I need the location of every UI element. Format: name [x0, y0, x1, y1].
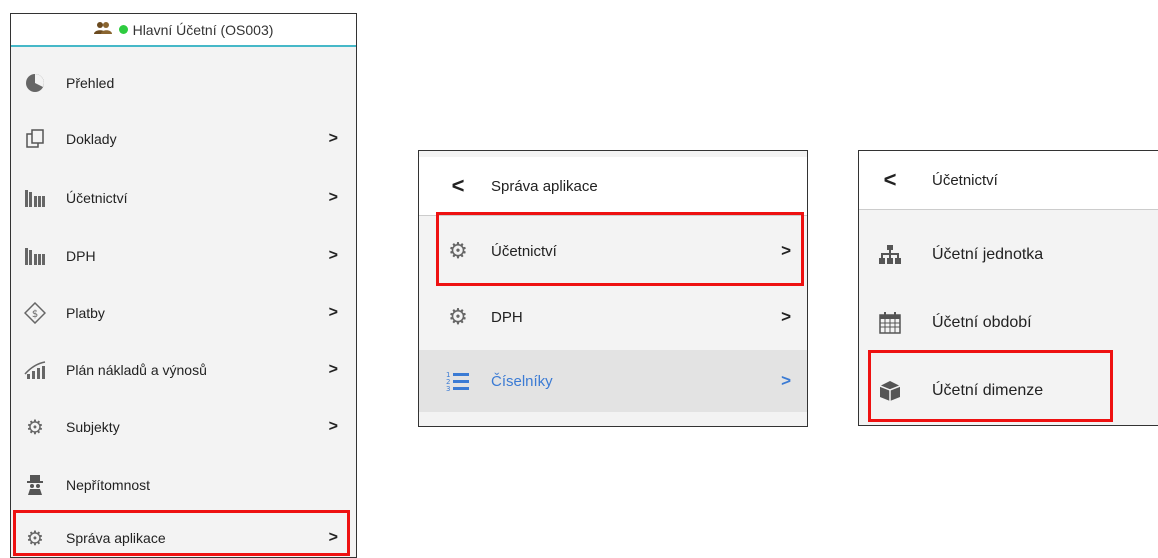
gear-icon: ⚙ [448, 304, 468, 329]
chevron-left-icon: < [883, 167, 897, 192]
users-icon [93, 21, 112, 38]
menu-item-platby[interactable]: $ Platby > [11, 284, 356, 342]
menu-item-label: DPH [491, 308, 523, 326]
menu-item-label: Platby [66, 305, 105, 321]
menu-item-label: Doklady [66, 131, 117, 147]
chevron-right-icon: > [328, 247, 338, 264]
menu-item-doklady[interactable]: Doklady > [11, 110, 356, 168]
ucetnictvi-panel: < Účetnictví Účetní jednotka Účetní obdo… [858, 150, 1158, 426]
menu-item-nepritomnost[interactable]: Nepřítomnost [11, 456, 356, 514]
menu-item-label: Účetnictví [66, 190, 128, 206]
chevron-right-icon: > [781, 241, 791, 260]
menu-item-dph[interactable]: DPH > [11, 227, 356, 285]
cube-icon [877, 378, 903, 404]
chevron-right-icon: > [328, 418, 338, 435]
back-button[interactable]: < Účetnictví [859, 151, 1158, 209]
menu-item-ucetni-obdobi[interactable]: Účetní období [859, 289, 1158, 356]
online-status-icon [118, 25, 128, 34]
calendar-icon [877, 310, 903, 336]
user-header: Hlavní Účetní (OS003) [11, 14, 356, 47]
menu-item-label: Správa aplikace [66, 530, 166, 546]
menu-item-subjekty[interactable]: ⚙ Subjekty > [11, 398, 356, 456]
menu-item-label: Číselníky [491, 372, 553, 390]
numbered-list-icon: 123 [445, 368, 471, 394]
menu-item-sprava-aplikace[interactable]: ⚙ Správa aplikace > [11, 509, 356, 557]
menu-item-label: Účetnictví [491, 242, 557, 260]
svg-text:$: $ [32, 309, 38, 320]
menu-item-prehled[interactable]: Přehled [11, 54, 356, 112]
sprava-aplikace-panel: < Správa aplikace ⚙ Účetnictví > ⚙ DPH >… [418, 150, 808, 427]
chevron-right-icon: > [781, 371, 791, 390]
gear-icon: ⚙ [26, 527, 44, 550]
menu-item-label: Nepřítomnost [66, 477, 151, 493]
menu-item-ucetnictvi[interactable]: ⚙ Účetnictví > [419, 220, 807, 282]
user-name: Hlavní Účetní (OS003) [132, 21, 274, 38]
menu-item-plan[interactable]: Plán nákladů a výnosů > [11, 341, 356, 399]
menu-item-label: Účetní dimenze [932, 381, 1044, 399]
chevron-right-icon: > [328, 529, 338, 546]
chevron-right-icon: > [328, 304, 338, 321]
menu-item-label: Přehled [66, 75, 115, 91]
back-button[interactable]: < Správa aplikace [419, 157, 807, 215]
chevron-right-icon: > [328, 189, 338, 206]
menu-item-dph[interactable]: ⚙ DPH > [419, 286, 807, 348]
chevron-left-icon: < [451, 173, 465, 198]
panel-title: Účetnictví [932, 171, 998, 189]
svg-text:3: 3 [446, 385, 450, 392]
menu-item-label: Účetní období [932, 313, 1032, 331]
incognito-icon [23, 473, 47, 497]
chevron-right-icon: > [328, 361, 338, 378]
chevron-right-icon: > [328, 130, 338, 147]
menu-item-label: Účetní jednotka [932, 245, 1044, 263]
menu-item-label: Subjekty [66, 419, 120, 435]
gear-icon: ⚙ [448, 238, 468, 263]
menu-item-label: Plán nákladů a výnosů [66, 362, 207, 378]
menu-item-ucetnictvi[interactable]: Účetnictví > [11, 169, 356, 227]
pie-chart-icon [23, 71, 47, 95]
trend-chart-icon [23, 358, 47, 382]
documents-icon [23, 127, 47, 151]
menu-item-label: DPH [66, 248, 96, 264]
chevron-right-icon: > [781, 307, 791, 326]
menu-item-ucetni-jednotka[interactable]: Účetní jednotka [859, 221, 1158, 288]
menu-item-ciselniky[interactable]: 123 Číselníky > [419, 350, 807, 412]
menu-item-ucetni-dimenze[interactable]: Účetní dimenze [859, 357, 1158, 424]
books-icon [23, 186, 47, 210]
gear-icon: ⚙ [26, 416, 44, 439]
books-icon [23, 244, 47, 268]
panel-title: Správa aplikace [491, 177, 598, 195]
payment-icon: $ [23, 301, 47, 325]
main-menu-panel: Hlavní Účetní (OS003) Přehled Doklady > … [10, 13, 357, 558]
sitemap-icon [877, 242, 903, 268]
